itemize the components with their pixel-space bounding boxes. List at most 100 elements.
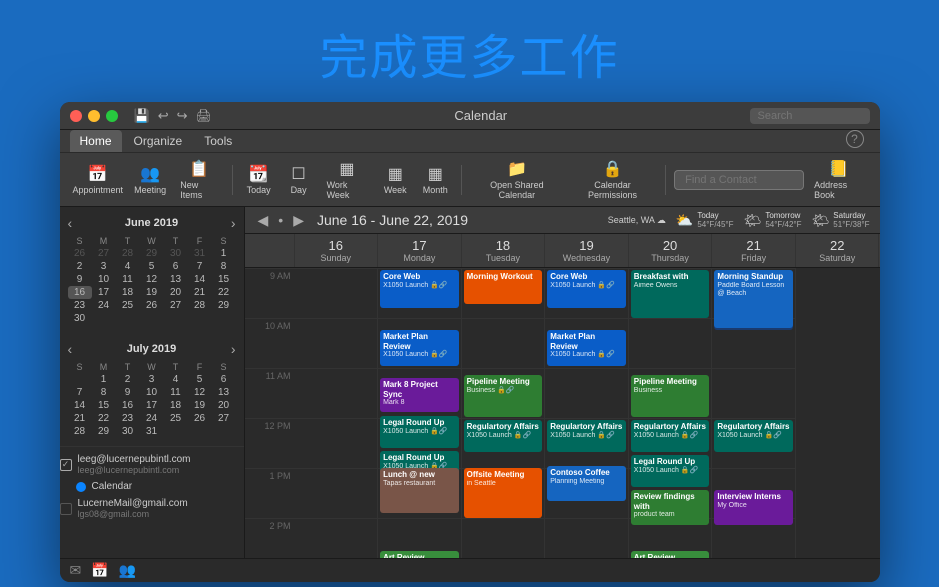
- day-col-5: Core Web X1050 Launch 🔒🔗 Morning Standup…: [712, 268, 796, 558]
- event-pipeline-thu[interactable]: Pipeline Meeting Business: [631, 375, 710, 417]
- address-book-button[interactable]: 📒 Address Book: [808, 157, 869, 202]
- event-lunch-mon[interactable]: Lunch @ new Tapas restaurant: [380, 468, 459, 513]
- day-header-20[interactable]: 20 Thursday: [629, 234, 713, 267]
- calendar-area: ◀ • ▶ June 16 - June 22, 2019 Seattle, W…: [245, 207, 880, 558]
- day-header-22[interactable]: 22 Saturday: [796, 234, 880, 267]
- permissions-label: Calendar Permissions: [574, 180, 652, 200]
- open-shared-button[interactable]: 📁 Open Shared Calendar: [470, 157, 564, 202]
- maximize-button[interactable]: [106, 110, 118, 122]
- cal-account-2[interactable]: LucerneMail@gmail.com lgs08@gmail.com: [60, 495, 244, 522]
- event-legal-thu[interactable]: Legal Round Up X1050 Launch 🔒🔗: [631, 455, 710, 487]
- event-market-plan-mon[interactable]: Market Plan Review X1050 Launch 🔒🔗: [380, 330, 459, 366]
- location-text: Seattle, WA ☁: [608, 215, 666, 226]
- week-button[interactable]: ▦ Week: [377, 162, 413, 197]
- event-pipeline-tue[interactable]: Pipeline Meeting Business 🔒🔗: [464, 375, 543, 417]
- event-breakfast-thu[interactable]: Breakfast with Aimee Owens: [631, 270, 710, 318]
- event-offsite-tue[interactable]: Offsite Meeting in Seattle: [464, 468, 543, 518]
- event-artreview-thu[interactable]: Art Review X1050 Launch Team / Design x1…: [631, 551, 710, 558]
- event-artreview-mon[interactable]: Art Review X1050 Launch Team / Design x1…: [380, 551, 459, 558]
- event-review-thu[interactable]: Review findings with product team: [631, 490, 710, 525]
- save-icon[interactable]: 💾: [134, 108, 150, 124]
- mini-cal-june-header: ‹ June 2019 ›: [68, 215, 236, 231]
- mail-icon[interactable]: ✉: [70, 562, 82, 579]
- weather-saturday-icon: 🌤: [812, 212, 830, 229]
- tab-organize[interactable]: Organize: [124, 130, 193, 152]
- shared-cal-icon: 📁: [507, 159, 527, 179]
- prev-month-button[interactable]: ‹: [68, 215, 73, 231]
- day-header-18[interactable]: 18 Tuesday: [462, 234, 546, 267]
- time-10am: 10 AM: [245, 318, 295, 368]
- today-button[interactable]: 📆 Today: [241, 162, 277, 197]
- new-items-icon: 📋: [189, 159, 209, 179]
- day-header-16[interactable]: 16 Sunday: [295, 234, 379, 267]
- app-window: 💾 ↩ ↪ 🖨 Calendar Home Organize Tools ? 📅…: [60, 102, 880, 582]
- day-label: Day: [291, 185, 307, 195]
- month-button[interactable]: ▦ Month: [417, 162, 453, 197]
- cal-next-button[interactable]: ▶: [290, 212, 307, 229]
- day-header-19[interactable]: 19 Wednesday: [545, 234, 629, 267]
- cal-account-2-name: LucerneMail@gmail.com lgs08@gmail.com: [78, 498, 244, 519]
- next-month2-button[interactable]: ›: [231, 341, 236, 357]
- next-month-button[interactable]: ›: [231, 215, 236, 231]
- event-coreweb-wed[interactable]: Core Web X1050 Launch 🔒🔗: [547, 270, 626, 308]
- event-contoso-wed[interactable]: Contoso Coffee Planning Meeting: [547, 466, 626, 501]
- today-label: Today: [247, 185, 271, 195]
- close-button[interactable]: [70, 110, 82, 122]
- cal-account-1[interactable]: ✓ leeg@lucernepubintl.com leeg@lucernepu…: [60, 451, 244, 478]
- meeting-button[interactable]: 👥 Meeting: [130, 162, 170, 197]
- appointment-button[interactable]: 📅 Appointment: [70, 162, 127, 197]
- weather-tomorrow: 🌤 Tomorrow 54°F/42°F: [744, 211, 802, 229]
- new-items-button[interactable]: 📋 New Items: [174, 157, 223, 202]
- day-col-2: Morning Workout Pipeline Meeting Busines…: [462, 268, 546, 558]
- event-standup-fri[interactable]: Morning Standup Paddle Board Lesson @ Be…: [714, 270, 793, 328]
- cal-account-2-checkbox[interactable]: [60, 503, 72, 515]
- week-label: Week: [384, 185, 407, 195]
- day-col-3: Core Web X1050 Launch 🔒🔗 Market Plan Rev…: [545, 268, 629, 558]
- minimize-button[interactable]: [88, 110, 100, 122]
- redo-icon[interactable]: ↪: [177, 108, 188, 124]
- day-button[interactable]: ☐ Day: [281, 162, 317, 197]
- event-interview-fri[interactable]: Interview Interns My Office: [714, 490, 793, 525]
- cal-account-1-checkbox[interactable]: ✓: [60, 459, 72, 471]
- time-1pm: 1 PM: [245, 468, 295, 518]
- day-header-17[interactable]: 17 Monday: [378, 234, 462, 267]
- work-week-icon: ▦: [339, 159, 354, 179]
- cal-permissions-button[interactable]: 🔒 Calendar Permissions: [568, 157, 658, 202]
- sep3: [665, 165, 666, 195]
- print-icon[interactable]: 🖨: [196, 108, 213, 124]
- event-market-wed[interactable]: Market Plan Review X1050 Launch 🔒🔗: [547, 330, 626, 366]
- event-morning-workout[interactable]: Morning Workout: [464, 270, 543, 304]
- event-reg-wed[interactable]: Regulartory Affairs X1050 Launch 🔒🔗: [547, 420, 626, 452]
- day-icon: ☐: [291, 164, 305, 184]
- event-mark8-mon[interactable]: Mark 8 Project Sync Mark 8: [380, 378, 459, 412]
- calendar-icon[interactable]: 📅: [91, 562, 108, 579]
- prev-month2-button[interactable]: ‹: [68, 341, 73, 357]
- event-reg-thu[interactable]: Regulartory Affairs X1050 Launch 🔒🔗: [631, 420, 710, 452]
- event-legal-mon[interactable]: Legal Round Up X1050 Launch 🔒🔗: [380, 416, 459, 448]
- event-reg-fri[interactable]: Regulartory Affairs X1050 Launch 🔒🔗: [714, 420, 793, 452]
- undo-icon[interactable]: ↩: [158, 108, 169, 124]
- meeting-label: Meeting: [134, 185, 166, 195]
- contacts-icon[interactable]: 👥: [119, 562, 136, 579]
- work-week-button[interactable]: ▦ Work Week: [321, 157, 374, 202]
- event-core-web-mon[interactable]: Core Web X1050 Launch 🔒🔗: [380, 270, 459, 308]
- cal-account-1-sub[interactable]: Calendar: [76, 478, 244, 495]
- tab-home[interactable]: Home: [70, 130, 122, 152]
- find-contact-input[interactable]: [674, 170, 804, 190]
- mini-cal-june-title: June 2019: [125, 217, 178, 229]
- weather-tomorrow-label: Tomorrow: [765, 211, 801, 220]
- mini-cal-june-grid: SMTWTFS 26 27 28 29 30 31 1 234 5678: [68, 235, 236, 325]
- event-reg-tue[interactable]: Regulartory Affairs X1050 Launch 🔒🔗: [464, 420, 543, 452]
- cal-prev-button[interactable]: ◀: [255, 212, 272, 229]
- search-input[interactable]: [750, 108, 870, 124]
- weather-today-label: Today: [697, 211, 733, 220]
- day-header-21[interactable]: 21 Friday: [712, 234, 796, 267]
- mini-cal-june: ‹ June 2019 › SMTWTFS 26 27 28 29 30 31: [60, 207, 244, 333]
- cal-today-dot[interactable]: •: [275, 212, 286, 229]
- weather-saturday: 🌤 Saturday 51°F/38°F: [812, 211, 870, 229]
- appointment-icon: 📅: [88, 164, 108, 184]
- permissions-icon: 🔒: [603, 159, 623, 179]
- tab-tools[interactable]: Tools: [194, 130, 242, 152]
- help-button[interactable]: ?: [846, 130, 864, 148]
- weather-bar: Seattle, WA ☁ ⛅ Today 54°F/45°F 🌤 Tomorr…: [608, 211, 870, 229]
